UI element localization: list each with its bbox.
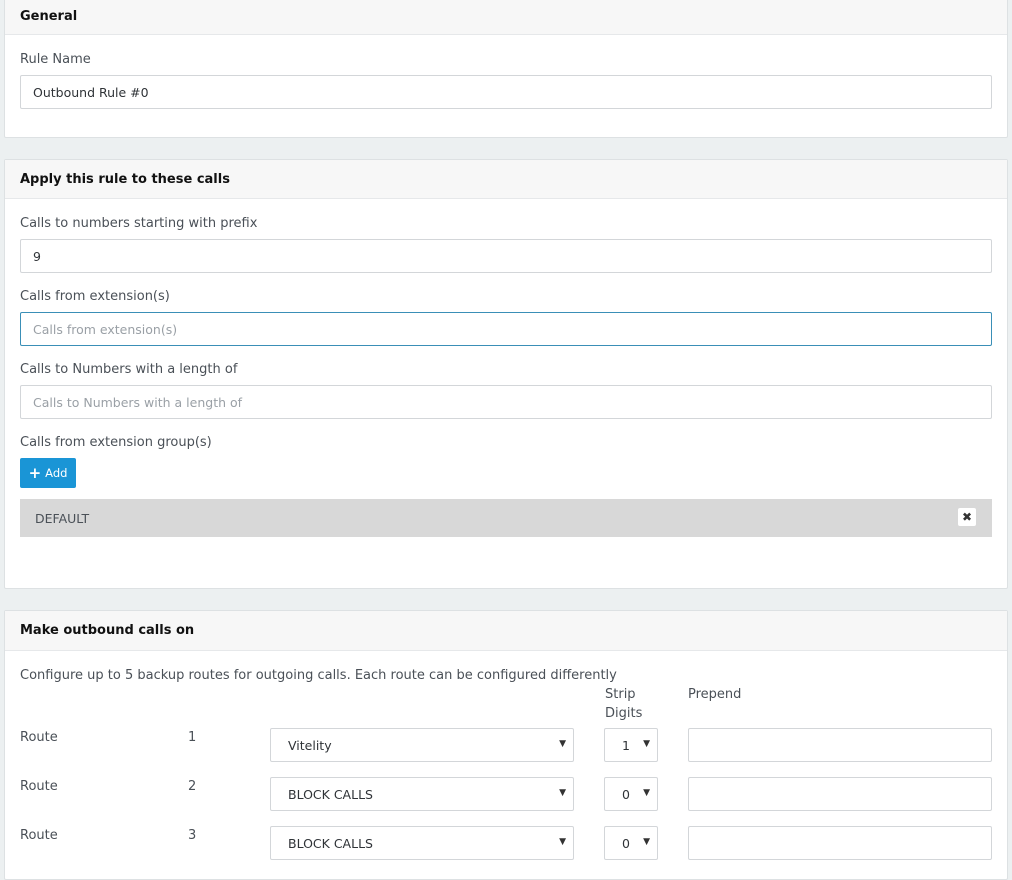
extension-group-name: DEFAULT [35, 510, 90, 526]
route-number: 2 [188, 779, 197, 794]
route-trunk-select[interactable]: BLOCK CALLS ▼ [270, 826, 574, 860]
route-number: 3 [188, 828, 197, 843]
outbound-description: Configure up to 5 backup routes for outg… [20, 668, 617, 683]
add-button-label: Add [45, 466, 68, 480]
route-trunk-value: Vitelity [288, 737, 332, 753]
chevron-down-icon: ▼ [559, 788, 566, 798]
apply-panel-title: Apply this rule to these calls [5, 160, 1007, 199]
route-trunk-select[interactable]: Vitelity ▼ [270, 728, 574, 762]
route-label: Route [20, 730, 58, 745]
chevron-down-icon: ▼ [643, 739, 650, 749]
prefix-input[interactable]: 9 [20, 239, 992, 273]
length-label: Calls to Numbers with a length of [20, 362, 238, 377]
prefix-label: Calls to numbers starting with prefix [20, 216, 258, 231]
general-panel: General Rule Name Outbound Rule #0 [4, 0, 1008, 138]
length-input[interactable]: Calls to Numbers with a length of [20, 385, 992, 419]
prepend-header: Prepend [688, 687, 742, 702]
remove-group-icon[interactable]: ✖ [958, 508, 976, 526]
chevron-down-icon: ▼ [643, 837, 650, 847]
prepend-input[interactable] [688, 777, 992, 811]
route-number: 1 [188, 730, 197, 745]
chevron-down-icon: ▼ [559, 739, 566, 749]
prepend-input[interactable] [688, 826, 992, 860]
extension-group-item: DEFAULT ✖ [20, 499, 992, 537]
rule-name-input[interactable]: Outbound Rule #0 [20, 75, 992, 109]
route-trunk-value: BLOCK CALLS [288, 786, 373, 802]
extensions-input[interactable]: Calls from extension(s) [20, 312, 992, 346]
route-label: Route [20, 828, 58, 843]
add-group-button[interactable]: + Add [20, 458, 76, 488]
strip-digits-value: 0 [622, 835, 630, 851]
extensions-label: Calls from extension(s) [20, 289, 170, 304]
general-panel-title: General [5, 0, 1007, 35]
strip-digits-header-line1: Strip [605, 687, 636, 702]
strip-digits-select[interactable]: 0 ▼ [604, 826, 658, 860]
extension-groups-label: Calls from extension group(s) [20, 435, 212, 450]
strip-digits-header-line2: Digits [605, 706, 643, 721]
route-trunk-value: BLOCK CALLS [288, 835, 373, 851]
strip-digits-value: 0 [622, 786, 630, 802]
route-label: Route [20, 779, 58, 794]
strip-digits-select[interactable]: 1 ▼ [604, 728, 658, 762]
outbound-panel-title: Make outbound calls on [5, 611, 1007, 651]
outbound-panel: Make outbound calls on Configure up to 5… [4, 610, 1008, 880]
route-trunk-select[interactable]: BLOCK CALLS ▼ [270, 777, 574, 811]
apply-panel: Apply this rule to these calls Calls to … [4, 159, 1008, 589]
chevron-down-icon: ▼ [643, 788, 650, 798]
prepend-input[interactable] [688, 728, 992, 762]
strip-digits-select[interactable]: 0 ▼ [604, 777, 658, 811]
plus-icon: + [28, 463, 42, 482]
strip-digits-value: 1 [622, 737, 630, 753]
chevron-down-icon: ▼ [559, 837, 566, 847]
rule-name-label: Rule Name [20, 52, 91, 67]
